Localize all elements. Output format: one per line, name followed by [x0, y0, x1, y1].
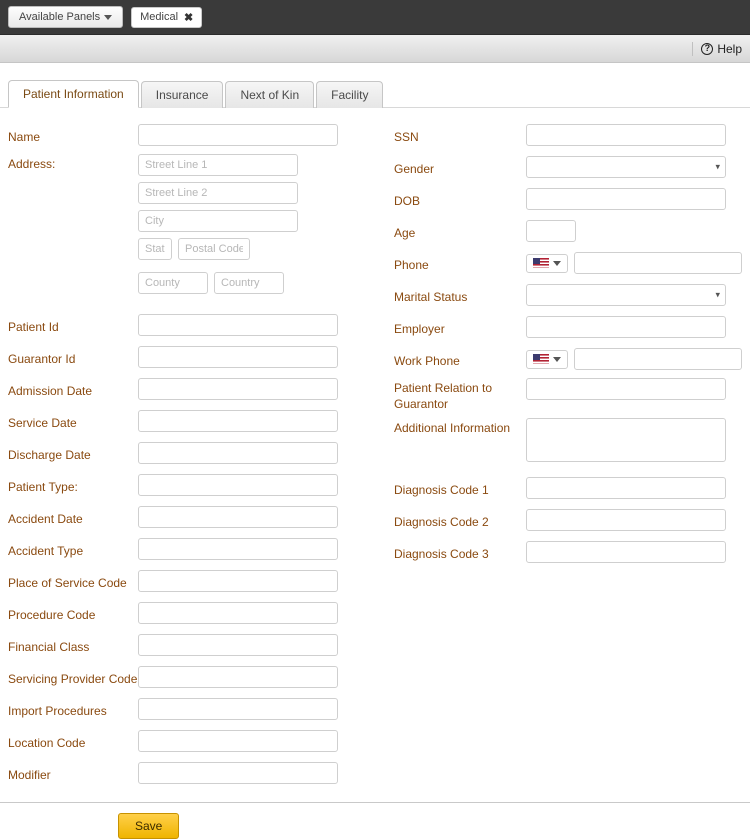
ssn-input[interactable] [526, 124, 726, 146]
tab-facility[interactable]: Facility [316, 81, 383, 108]
address-city-input[interactable] [138, 210, 298, 232]
form-footer: Save [0, 802, 750, 839]
dx2-input[interactable] [526, 509, 726, 531]
modifier-label: Modifier [8, 765, 138, 782]
guarantor-id-input[interactable] [138, 346, 338, 368]
help-label: Help [717, 42, 742, 56]
accident-type-label: Accident Type [8, 541, 138, 558]
toolbar: ? Help [0, 35, 750, 63]
additional-info-textarea[interactable] [526, 418, 726, 462]
dob-input[interactable] [526, 188, 726, 210]
address-street1-input[interactable] [138, 154, 298, 176]
discharge-date-input[interactable] [138, 442, 338, 464]
help-button[interactable]: ? Help [692, 42, 742, 56]
tab-next-of-kin[interactable]: Next of Kin [225, 81, 314, 108]
dob-label: DOB [394, 191, 526, 208]
us-flag-icon [533, 354, 549, 365]
dx3-input[interactable] [526, 541, 726, 563]
pos-code-input[interactable] [138, 570, 338, 592]
admission-date-input[interactable] [138, 378, 338, 400]
employer-label: Employer [394, 319, 526, 336]
address-country-input[interactable] [214, 272, 284, 294]
gender-label: Gender [394, 159, 526, 176]
dx1-input[interactable] [526, 477, 726, 499]
procedure-code-label: Procedure Code [8, 605, 138, 622]
right-column: SSN Gender DOB Age Phone [394, 122, 742, 792]
chevron-down-icon [553, 357, 561, 362]
address-postal-input[interactable] [178, 238, 250, 260]
age-label: Age [394, 223, 526, 240]
financial-class-label: Financial Class [8, 637, 138, 654]
phone-input[interactable] [574, 252, 742, 274]
pos-code-label: Place of Service Code [8, 573, 138, 590]
marital-status-select[interactable] [526, 284, 726, 306]
discharge-date-label: Discharge Date [8, 445, 138, 462]
import-procedures-input[interactable] [138, 698, 338, 720]
name-input[interactable] [138, 124, 338, 146]
dx2-label: Diagnosis Code 2 [394, 512, 526, 529]
help-icon: ? [701, 43, 713, 55]
relation-label: Patient Relation to Guarantor [394, 378, 526, 412]
service-date-input[interactable] [138, 410, 338, 432]
tabstrip: Patient Information Insurance Next of Ki… [0, 63, 750, 108]
age-input[interactable] [526, 220, 576, 242]
panel-tab-label: Medical [140, 11, 178, 23]
work-phone-country-dropdown[interactable] [526, 350, 568, 369]
patient-type-input[interactable] [138, 474, 338, 496]
dx3-label: Diagnosis Code 3 [394, 544, 526, 561]
gender-select[interactable] [526, 156, 726, 178]
marital-status-label: Marital Status [394, 287, 526, 304]
topbar: Available Panels Medical ✖ [0, 0, 750, 35]
accident-date-input[interactable] [138, 506, 338, 528]
close-icon[interactable]: ✖ [184, 11, 193, 24]
guarantor-id-label: Guarantor Id [8, 349, 138, 366]
address-street2-input[interactable] [138, 182, 298, 204]
service-date-label: Service Date [8, 413, 138, 430]
tab-insurance[interactable]: Insurance [141, 81, 224, 108]
phone-country-dropdown[interactable] [526, 254, 568, 273]
name-label: Name [8, 127, 138, 144]
address-label: Address: [8, 154, 138, 171]
additional-info-label: Additional Information [394, 418, 526, 435]
available-panels-button[interactable]: Available Panels [8, 6, 123, 28]
available-panels-label: Available Panels [19, 11, 100, 23]
panel-tab-medical[interactable]: Medical ✖ [131, 7, 202, 28]
ssn-label: SSN [394, 127, 526, 144]
relation-input[interactable] [526, 378, 726, 400]
address-county-input[interactable] [138, 272, 208, 294]
location-code-input[interactable] [138, 730, 338, 752]
chevron-down-icon [553, 261, 561, 266]
dx1-label: Diagnosis Code 1 [394, 480, 526, 497]
servicing-provider-label: Servicing Provider Code [8, 669, 138, 686]
patient-form: Name Address: Patient Id [0, 108, 750, 798]
chevron-down-icon [104, 15, 112, 20]
us-flag-icon [533, 258, 549, 269]
import-procedures-label: Import Procedures [8, 701, 138, 718]
patient-id-input[interactable] [138, 314, 338, 336]
financial-class-input[interactable] [138, 634, 338, 656]
servicing-provider-input[interactable] [138, 666, 338, 688]
accident-date-label: Accident Date [8, 509, 138, 526]
accident-type-input[interactable] [138, 538, 338, 560]
employer-input[interactable] [526, 316, 726, 338]
modifier-input[interactable] [138, 762, 338, 784]
patient-id-label: Patient Id [8, 317, 138, 334]
work-phone-input[interactable] [574, 348, 742, 370]
procedure-code-input[interactable] [138, 602, 338, 624]
address-state-input[interactable] [138, 238, 172, 260]
patient-type-label: Patient Type: [8, 477, 138, 494]
save-button[interactable]: Save [118, 813, 179, 839]
tab-patient-information[interactable]: Patient Information [8, 80, 139, 108]
phone-label: Phone [394, 255, 526, 272]
work-phone-label: Work Phone [394, 351, 526, 368]
admission-date-label: Admission Date [8, 381, 138, 398]
left-column: Name Address: Patient Id [8, 122, 354, 792]
location-code-label: Location Code [8, 733, 138, 750]
